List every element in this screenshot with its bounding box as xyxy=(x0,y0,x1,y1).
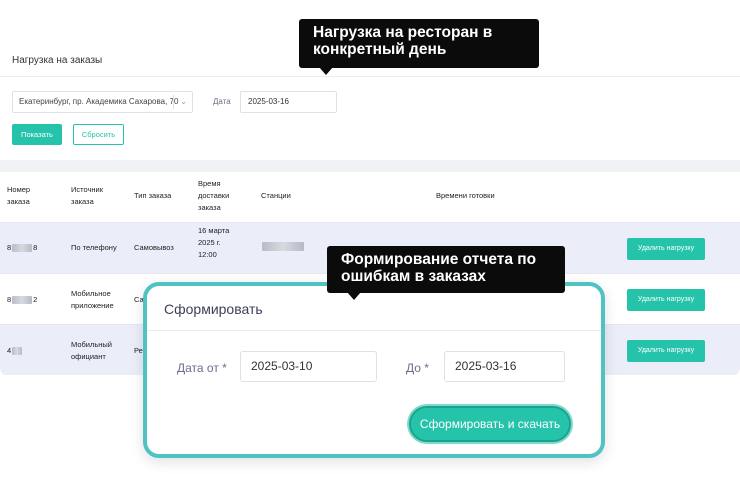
order-delivery-time: 16 марта 2025 г. 12:00 xyxy=(198,226,230,259)
modal-title: Сформировать xyxy=(164,301,263,317)
date-to-label: До * xyxy=(406,361,429,375)
chevron-down-icon[interactable]: ⌄ xyxy=(180,92,187,112)
select-separator xyxy=(173,95,174,109)
stations-redacted xyxy=(262,242,304,251)
restaurant-select[interactable]: Екатеринбург, пр. Академика Сахарова, 70… xyxy=(12,91,193,113)
delete-load-button[interactable]: Удалить нагрузку xyxy=(627,238,705,260)
callout-arrow xyxy=(319,67,333,75)
delete-load-button[interactable]: Удалить нагрузку xyxy=(627,340,705,362)
delete-load-button[interactable]: Удалить нагрузку xyxy=(627,289,705,311)
reset-button[interactable]: Сбросить xyxy=(73,124,124,145)
column-header-number: Номер заказа xyxy=(7,185,31,206)
callout-text: Формирование отчета по ошибкам в заказах xyxy=(341,251,537,285)
order-number: 8 888 xyxy=(7,243,38,253)
column-header-source: Источник заказа xyxy=(71,185,104,206)
order-type: Ре xyxy=(134,346,143,355)
callout-error-report: Формирование отчета по ошибкам в заказах xyxy=(327,246,565,300)
order-type: Самовывоз xyxy=(134,243,174,252)
callout-restaurant-load: Нагрузка на ресторан в конкретный день xyxy=(299,19,539,75)
report-modal: Сформировать Дата от * 2025-03-10 До * 2… xyxy=(143,282,605,458)
table-header: Номер заказа Источник заказа Тип заказа … xyxy=(0,172,740,222)
restaurant-select-value: Екатеринбург, пр. Академика Сахарова, 70 xyxy=(19,97,179,106)
date-to-input[interactable]: 2025-03-16 xyxy=(444,351,565,382)
divider xyxy=(0,76,740,77)
order-source: Мобильное приложение xyxy=(71,289,114,310)
date-input[interactable]: 2025-03-16 xyxy=(240,91,337,113)
page-title: Нагрузка на заказы xyxy=(12,55,103,66)
generate-download-button[interactable]: Сформировать и скачать xyxy=(409,406,571,442)
section-gap xyxy=(0,160,740,172)
order-source: Мобильный официант xyxy=(71,340,112,361)
column-header-delivery: Время доставки заказа xyxy=(198,179,230,212)
date-from-input[interactable]: 2025-03-10 xyxy=(240,351,377,382)
order-source: По телефону xyxy=(71,243,117,252)
column-header-type: Тип заказа xyxy=(134,191,172,200)
modal-divider xyxy=(147,330,601,331)
column-header-stations: Станции xyxy=(261,191,291,200)
column-header-cook-time: Времени готовки xyxy=(436,191,495,200)
order-number: 4 xyxy=(7,345,23,357)
order-number: 82 xyxy=(7,295,38,305)
callout-arrow xyxy=(347,292,361,300)
show-button[interactable]: Показать xyxy=(12,124,62,145)
callout-text: Нагрузка на ресторан в конкретный день xyxy=(313,24,493,58)
date-from-label: Дата от * xyxy=(177,361,227,375)
date-label: Дата xyxy=(213,97,231,106)
